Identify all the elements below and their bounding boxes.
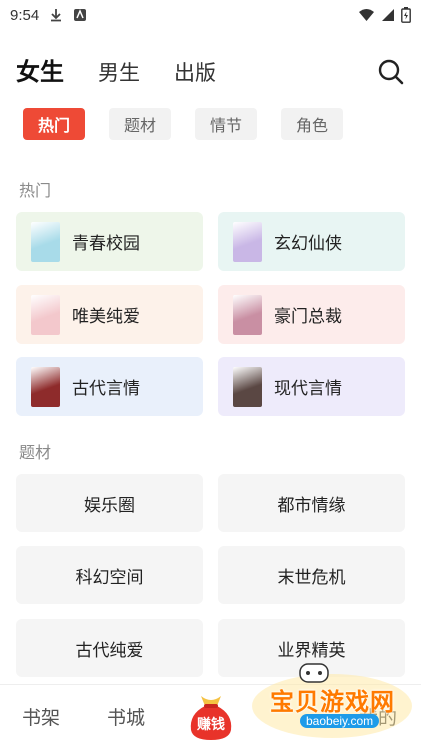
book-cover [31, 221, 60, 262]
nav-bookshelf[interactable]: 书架 [22, 703, 60, 730]
tab-published[interactable]: 出版 [174, 57, 216, 87]
subtab-hot[interactable]: 热门 [23, 108, 85, 140]
tab-female[interactable]: 女生 [16, 52, 64, 87]
hot-card-label: 古代言情 [72, 379, 140, 399]
subtab-plot[interactable]: 情节 [195, 108, 257, 140]
subtab-role[interactable]: 角色 [281, 108, 343, 140]
book-cover [31, 294, 60, 335]
hot-card-campus[interactable]: 青春校园 [16, 212, 203, 271]
book-cover [233, 221, 262, 262]
section-title-theme: 题材 [19, 443, 52, 462]
nav-earn-button[interactable]: 赚钱 [187, 692, 235, 742]
topic-ancient-bl[interactable]: 古代纯爱 [16, 619, 203, 677]
hot-card-label: 唯美纯爱 [72, 307, 140, 327]
wifi-icon [359, 9, 374, 21]
app-notification-icon [74, 9, 87, 21]
hot-card-label: 豪门总裁 [274, 307, 342, 327]
status-time: 9:54 [10, 6, 40, 24]
hot-card-modern-romance[interactable]: 现代言情 [218, 357, 405, 416]
book-cover [31, 366, 60, 407]
download-icon [51, 9, 62, 22]
hot-card-label: 玄幻仙侠 [274, 234, 342, 254]
book-cover [233, 366, 262, 407]
sub-tab-bar: 热门 题材 情节 角色 [23, 108, 343, 140]
hot-card-label: 现代言情 [274, 379, 342, 399]
tab-male[interactable]: 男生 [98, 57, 140, 87]
section-title-hot: 热门 [19, 181, 52, 200]
hot-card-ancient-romance[interactable]: 古代言情 [16, 357, 203, 416]
status-bar: 9:54 [0, 0, 421, 30]
hot-card-ceo[interactable]: 豪门总裁 [218, 285, 405, 344]
signal-icon [382, 9, 394, 21]
topic-entertainment[interactable]: 娱乐圈 [16, 474, 203, 532]
watermark: 宝贝游戏网 baobeiy.com [248, 660, 416, 744]
hot-card-pure-love[interactable]: 唯美纯爱 [16, 285, 203, 344]
subtab-theme[interactable]: 题材 [109, 108, 171, 140]
watermark-text: 宝贝游戏网 [270, 688, 395, 716]
top-tab-bar: 女生 男生 出版 [16, 52, 216, 87]
topic-urban-romance[interactable]: 都市情缘 [218, 474, 405, 532]
nav-earn-label: 赚钱 [197, 717, 225, 733]
nav-bookstore[interactable]: 书城 [107, 703, 145, 730]
topic-apocalypse[interactable]: 末世危机 [218, 546, 405, 604]
hot-card-label: 青春校园 [72, 234, 140, 254]
hot-card-fantasy[interactable]: 玄幻仙侠 [218, 212, 405, 271]
search-icon[interactable] [377, 58, 405, 86]
book-cover [233, 294, 262, 335]
watermark-url: baobeiy.com [300, 714, 380, 728]
topic-sci-fi[interactable]: 科幻空间 [16, 546, 203, 604]
battery-icon [401, 7, 411, 23]
